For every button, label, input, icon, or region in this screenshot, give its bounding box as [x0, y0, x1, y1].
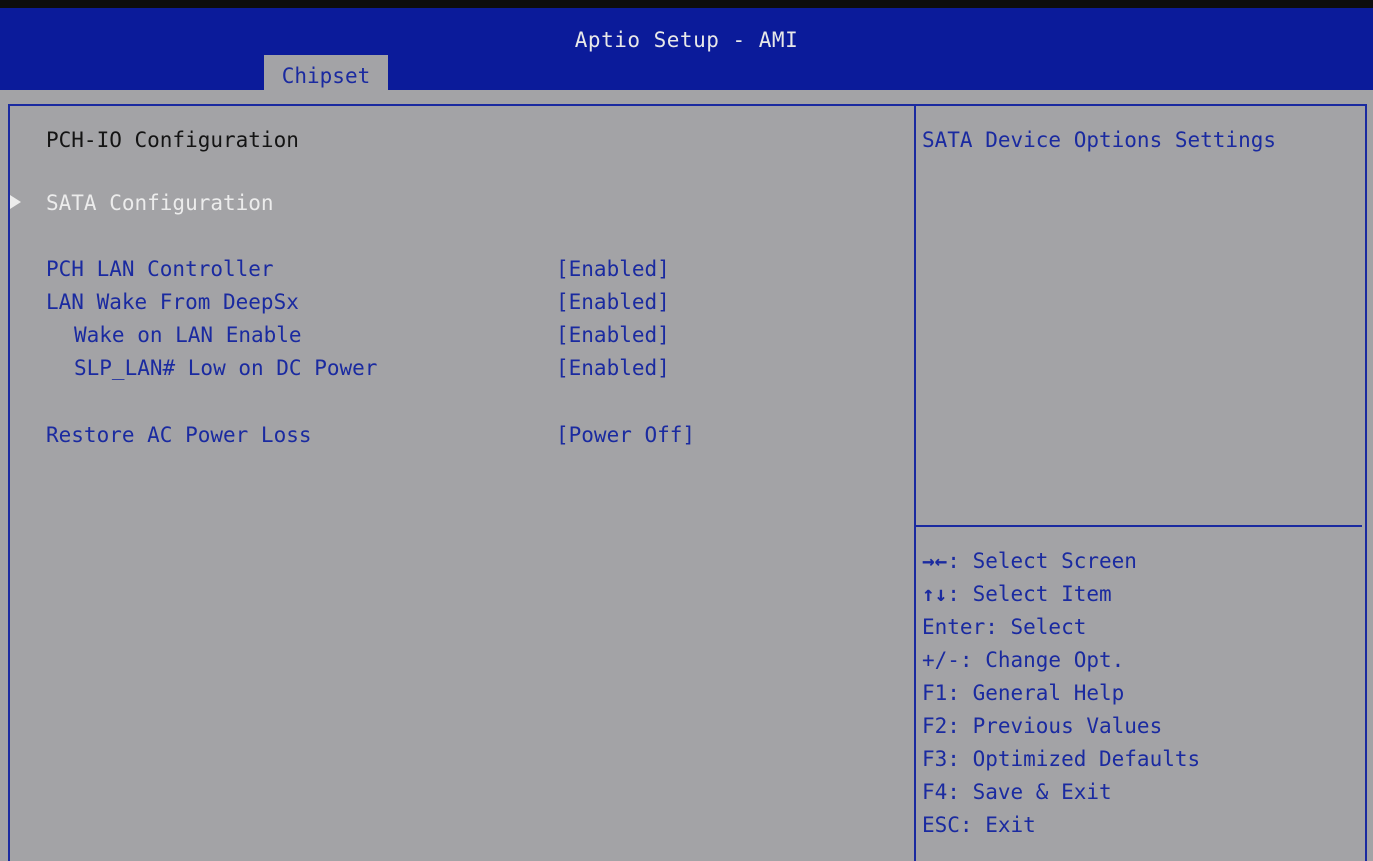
setting-label-restore-ac-power-loss[interactable]: Restore AC Power Loss [46, 422, 312, 448]
setting-label-lan-wake-from-deepsx[interactable]: LAN Wake From DeepSx [46, 289, 299, 315]
key-hint-desc: : Select Screen [947, 549, 1137, 573]
left-right-arrows-icon: →← [922, 549, 948, 573]
header-bar: Aptio Setup - AMI [0, 8, 1373, 90]
panel-divider-vertical [914, 104, 916, 861]
menu-item-sata-configuration[interactable]: SATA Configuration [46, 190, 274, 216]
key-hint-desc: : Select Item [947, 582, 1112, 606]
up-down-arrows-icon: ↑↓ [922, 582, 948, 606]
key-hint-select-item: ↑↓: Select Item [922, 581, 1112, 607]
submenu-arrow-icon [10, 195, 21, 209]
key-hint-change-opt: +/-: Change Opt. [922, 648, 1125, 672]
setting-value-lan-wake-from-deepsx[interactable]: [Enabled] [556, 289, 670, 315]
setting-label-wake-on-lan-enable[interactable]: Wake on LAN Enable [74, 322, 302, 348]
help-text: SATA Device Options Settings [922, 128, 1277, 152]
tab-chipset[interactable]: Chipset [264, 55, 388, 90]
key-hint-enter: Enter: Select [922, 615, 1087, 639]
setting-label-pch-lan-controller[interactable]: PCH LAN Controller [46, 256, 274, 282]
app-title: Aptio Setup - AMI [574, 28, 799, 52]
setting-value-slp-lan-low-on-dc-power[interactable]: [Enabled] [556, 355, 670, 381]
setting-label-slp-lan-low-on-dc-power[interactable]: SLP_LAN# Low on DC Power [74, 355, 377, 381]
setting-value-pch-lan-controller[interactable]: [Enabled] [556, 256, 670, 282]
panel-divider-horizontal [916, 525, 1362, 527]
key-hint-f1: F1: General Help [922, 681, 1125, 705]
key-hint-esc: ESC: Exit [922, 813, 1036, 837]
key-hint-f4: F4: Save & Exit [922, 780, 1112, 804]
key-hint-f2: F2: Previous Values [922, 714, 1163, 738]
setting-value-restore-ac-power-loss[interactable]: [Power Off] [556, 422, 695, 448]
setting-value-wake-on-lan-enable[interactable]: [Enabled] [556, 322, 670, 348]
key-hint-select-screen: →←: Select Screen [922, 548, 1137, 574]
page-title: PCH-IO Configuration [46, 128, 299, 152]
top-band [0, 0, 1373, 8]
key-hint-f3: F3: Optimized Defaults [922, 747, 1201, 771]
